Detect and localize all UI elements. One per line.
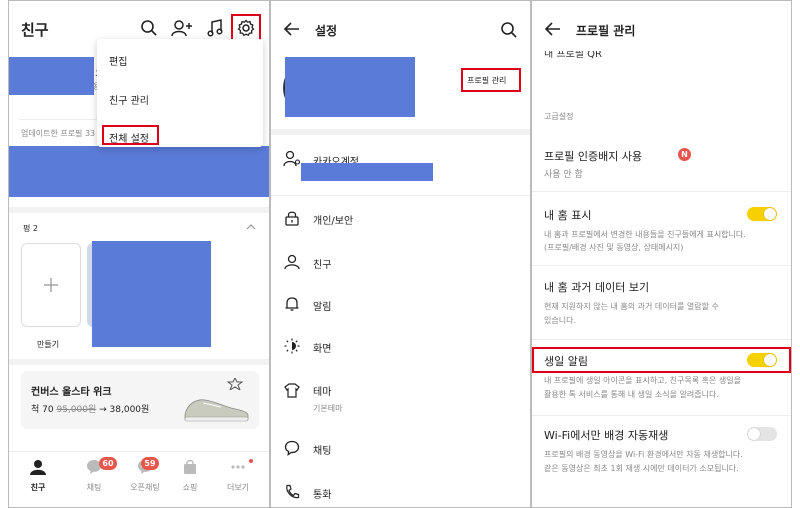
search-icon[interactable] xyxy=(139,18,159,38)
new-badge: N xyxy=(678,148,691,161)
header: 프로필 관리 xyxy=(532,1,791,51)
back-arrow-icon[interactable] xyxy=(544,21,562,37)
birthday-highlight xyxy=(532,347,791,373)
section-header: 고급설정 xyxy=(544,112,574,121)
settings-item-kakao-account[interactable]: 카카오계정 xyxy=(271,137,530,185)
chat-bubble-icon xyxy=(283,439,301,457)
theme-icon xyxy=(283,381,301,399)
back-arrow-icon[interactable] xyxy=(283,21,301,37)
person-icon xyxy=(283,253,301,271)
music-icon[interactable] xyxy=(205,18,225,38)
nav-label: 친구 xyxy=(30,483,46,492)
dropdown-menu: 편집 친구 관리 전체 설정 xyxy=(97,39,263,147)
row-label: Wi-Fi에서만 배경 자동재생 xyxy=(544,429,669,442)
settings-item-label: 채팅 xyxy=(313,446,332,457)
openchat-count-badge: 59 xyxy=(141,457,159,470)
updated-profiles-label: 업데이트한 프로필 33 xyxy=(21,129,96,138)
search-icon[interactable] xyxy=(499,20,519,40)
settings-item-friends[interactable]: 친구 xyxy=(271,245,530,281)
wifi-autoplay-toggle[interactable] xyxy=(747,427,777,441)
row-desc: 같은 동영상은 최초 1회 재생 시에만 데이터가 소모됩니다. xyxy=(544,464,739,473)
create-button[interactable] xyxy=(21,243,81,327)
settings-item-sublabel: 기본테마 xyxy=(313,404,343,413)
bottom-nav: 친구 채팅 60 오픈채팅 59 쇼핑 더보기 xyxy=(9,453,269,499)
row-value: 사용 안 함 xyxy=(544,170,583,180)
nav-more[interactable]: 더보기 xyxy=(223,459,253,497)
settings-item-call[interactable]: 통화 xyxy=(271,475,530,507)
profile-placeholder[interactable] xyxy=(285,57,415,117)
nav-friends[interactable]: 친구 xyxy=(23,459,53,497)
new-dot xyxy=(249,459,253,463)
page-title: 친구 xyxy=(21,21,49,39)
person-settings-icon xyxy=(283,149,301,167)
settings-item-display[interactable]: 화면 xyxy=(271,329,530,365)
settings-item-label: 통화 xyxy=(313,490,332,501)
page-title: 프로필 관리 xyxy=(576,24,636,38)
home-display-toggle[interactable] xyxy=(747,207,777,221)
ad-new-price: 38,000원 xyxy=(109,405,150,415)
ad-prefix: 척 70 xyxy=(31,405,54,415)
row-label: 내 홈 표시 xyxy=(544,209,592,222)
add-friend-icon[interactable] xyxy=(171,18,193,38)
section-label: 펑 2 xyxy=(23,224,38,233)
row-label: 내 홈 과거 데이터 보기 xyxy=(544,281,650,294)
wifi-autoplay-row: Wi-Fi에서만 배경 자동재생 프로필의 배경 동영상을 Wi-Fi 환경에서… xyxy=(532,421,791,481)
nav-label: 쇼핑 xyxy=(182,483,198,492)
more-dots-icon xyxy=(231,465,245,469)
profile-manage-highlight xyxy=(461,68,521,92)
row-desc: 활용한 톡 서비스를 통해 내 생일 소식을 알려줍니다. xyxy=(544,390,719,399)
badge-setting-row[interactable]: 프로필 인증배지 사용 N 사용 안 함 xyxy=(532,139,791,185)
settings-item-chat[interactable]: 채팅 xyxy=(271,431,530,467)
gear-icon[interactable] xyxy=(236,18,256,38)
account-email-placeholder xyxy=(301,163,433,181)
bell-icon xyxy=(283,295,301,313)
settings-item-label: 테마 xyxy=(313,387,332,398)
page-title: 설정 xyxy=(315,24,338,38)
plus-icon xyxy=(44,278,58,292)
nav-shopping[interactable]: 쇼핑 xyxy=(175,459,205,497)
ad-price-line: 척 70 95,000원 → 38,000원 xyxy=(31,405,150,415)
settings-item-theme[interactable]: 테마 기본테마 xyxy=(271,373,530,421)
settings-item-label: 화면 xyxy=(313,344,332,355)
settings-screen: 설정 프로필 관리 카카오계정 개인/보안 친구 xyxy=(270,0,531,508)
row-desc: 현재 지원하지 않는 내 홈의 과거 데이터를 열람할 수 xyxy=(544,302,719,311)
person-icon xyxy=(30,460,46,475)
row-desc: 프로필의 배경 동영상을 Wi-Fi 환경에서만 자동 재생합니다. xyxy=(544,450,743,459)
profile-management-screen: 프로필 관리 내 프로필 QR 고급설정 프로필 인증배지 사용 N 사용 안 … xyxy=(531,0,792,508)
ad-title: 컨버스 올스타 위크 xyxy=(31,387,112,398)
row-desc: 있습니다. xyxy=(544,316,576,325)
chevron-up-icon[interactable] xyxy=(245,221,257,233)
chat-count-badge: 60 xyxy=(99,457,117,470)
sneaker-image xyxy=(179,389,253,425)
shopping-bag-icon xyxy=(184,459,196,474)
row-label: 프로필 인증배지 사용 xyxy=(544,150,643,163)
lock-icon xyxy=(283,209,301,227)
row-desc: 내 홈과 프로필에서 변경한 내용들을 친구들에게 표시합니다. xyxy=(544,230,746,239)
create-label: 만들기 xyxy=(37,340,60,349)
settings-item-notifications[interactable]: 알림 xyxy=(271,287,530,323)
nav-label: 채팅 xyxy=(86,483,102,492)
past-data-row[interactable]: 내 홈 과거 데이터 보기 현재 지원하지 않는 내 홈의 과거 데이터를 열람… xyxy=(532,273,791,333)
ad-banner[interactable]: 컨버스 올스타 위크 척 70 95,000원 → 38,000원 xyxy=(21,371,259,429)
brightness-icon xyxy=(283,337,301,355)
settings-list: 카카오계정 개인/보안 친구 알림 화면 xyxy=(271,137,530,507)
profile-placeholder xyxy=(9,57,94,95)
row-desc: (프로필/배경 사진 및 동영상, 상태메시지) xyxy=(544,243,684,252)
friends-screen: 친구 김 용도 업데이트한 프로필 33 펑 2 만들기 컨버스 올스타 위크 … xyxy=(8,0,270,508)
ad-old-price: 95,000원 xyxy=(56,405,97,415)
nav-label: 오픈채팅 xyxy=(130,483,160,492)
all-settings-highlight xyxy=(102,125,159,145)
settings-item-label: 알림 xyxy=(313,302,332,313)
nav-label: 더보기 xyxy=(226,483,250,492)
settings-item-label: 개인/보안 xyxy=(313,216,354,227)
settings-item-label: 친구 xyxy=(313,260,332,271)
menu-item-edit[interactable]: 편집 xyxy=(109,53,127,68)
story-placeholder[interactable] xyxy=(92,241,211,347)
updated-profiles-placeholder[interactable] xyxy=(9,146,269,197)
row-desc: 내 프로필에 생일 아이콘을 표시하고, 친구목록 혹은 생일을 xyxy=(544,376,741,385)
phone-icon xyxy=(283,483,301,501)
menu-item-manage-friends[interactable]: 친구 관리 xyxy=(109,92,149,107)
settings-item-privacy[interactable]: 개인/보안 xyxy=(271,201,530,237)
home-display-row: 내 홈 표시 내 홈과 프로필에서 변경한 내용들을 친구들에게 표시합니다. … xyxy=(532,199,791,259)
